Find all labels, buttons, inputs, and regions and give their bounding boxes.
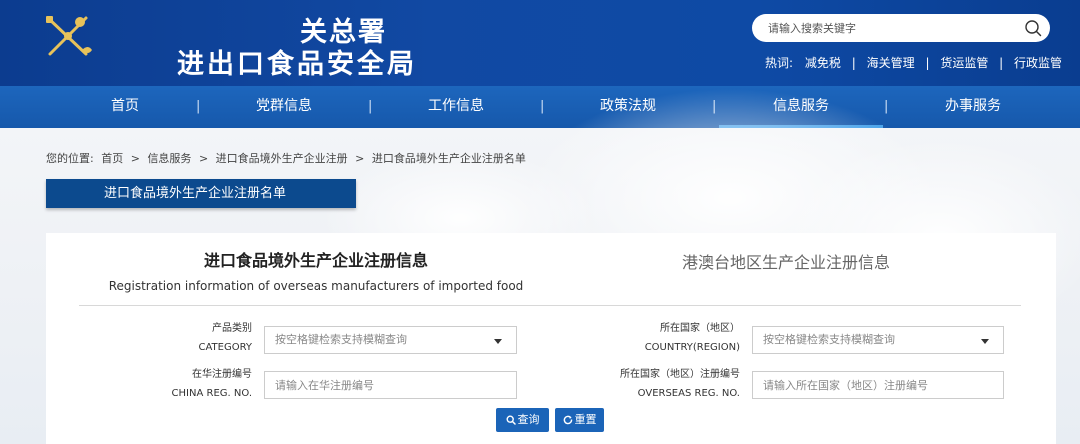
main-nav: 首页 | 党群信息 | 工作信息 | 政策法规 | 信息服务 | 办事服务 xyxy=(0,86,1080,128)
hot-word-link[interactable]: 行政监管 xyxy=(1014,54,1062,71)
hot-words-label: 热词: xyxy=(765,56,794,70)
hot-word-separator: | xyxy=(851,56,856,70)
search-card: 进口食品境外生产企业注册信息 Registration information … xyxy=(46,233,1056,444)
search-button-label: 查询 xyxy=(517,413,540,426)
country-select-placeholder: 按空格键检索支持模糊查询 xyxy=(763,333,895,346)
search-box[interactable] xyxy=(752,14,1050,42)
country-label-en: COUNTRY(REGION) xyxy=(644,342,740,353)
hot-word-link[interactable]: 货运监管 xyxy=(940,54,988,71)
category-select-placeholder: 按空格键检索支持模糊查询 xyxy=(275,333,407,346)
breadcrumb-link[interactable]: 进口食品境外生产企业注册 xyxy=(216,152,348,165)
search-button[interactable]: 查询 xyxy=(496,408,549,432)
breadcrumb-link[interactable]: 首页 xyxy=(101,152,123,165)
tab-hk-macao-taiwan[interactable]: 港澳台地区生产企业注册信息 xyxy=(646,249,926,273)
caret-down-icon xyxy=(494,339,502,344)
category-label: 产品类别 CATEGORY xyxy=(166,321,252,355)
hot-word-link[interactable]: 海关管理 xyxy=(867,54,915,71)
customs-emblem-icon xyxy=(46,16,92,56)
hot-words: 热词: 减免税 | 海关管理 | 货运监管 | 行政监管 xyxy=(765,54,1062,71)
overseas-reg-label-en: OVERSEAS REG. NO. xyxy=(637,388,740,399)
nav-separator: | xyxy=(196,99,201,114)
tab-overseas-title-cn: 进口食品境外生产企业注册信息 xyxy=(203,251,428,270)
hot-word-separator: | xyxy=(925,56,930,70)
category-label-en: CATEGORY xyxy=(198,342,252,353)
breadcrumb-separator: > xyxy=(355,152,365,165)
breadcrumb-link[interactable]: 信息服务 xyxy=(147,152,191,165)
nav-separator: | xyxy=(540,99,545,114)
tab-overseas-title-en: Registration information of overseas man… xyxy=(108,279,524,293)
overseas-reg-label-cn: 所在国家（地区）注册编号 xyxy=(620,369,740,380)
nav-item-party[interactable]: 党群信息 xyxy=(202,86,366,128)
nav-separator: | xyxy=(368,99,373,114)
breadcrumb-separator: > xyxy=(198,152,209,165)
country-select[interactable]: 按空格键检索支持模糊查询 xyxy=(752,326,1004,354)
breadcrumb-prefix: 您的位置: xyxy=(46,152,94,165)
breadcrumb-current[interactable]: 进口食品境外生产企业注册名单 xyxy=(372,152,526,165)
hot-word-separator: | xyxy=(999,56,1004,70)
tab-divider xyxy=(79,305,1021,306)
china-reg-input[interactable] xyxy=(264,371,517,399)
category-label-cn: 产品类别 xyxy=(212,323,252,334)
overseas-reg-input[interactable] xyxy=(752,371,1004,399)
country-label: 所在国家（地区） COUNTRY(REGION) xyxy=(606,321,740,355)
caret-down-icon xyxy=(981,339,989,344)
site-header: 关总署 进出口食品安全局 热词: 减免税 | 海关管理 | 货运监管 | 行政监… xyxy=(0,0,1080,86)
nav-item-services[interactable]: 办事服务 xyxy=(891,86,1055,128)
country-label-cn: 所在国家（地区） xyxy=(660,323,740,334)
breadcrumb-separator: > xyxy=(130,152,140,165)
china-reg-label-cn: 在华注册编号 xyxy=(192,369,252,380)
reset-button-label: 重置 xyxy=(574,413,597,426)
section-title-tab: 进口食品境外生产企业注册名单 xyxy=(46,179,356,208)
nav-separator: | xyxy=(884,99,889,114)
search-input[interactable] xyxy=(768,19,1008,37)
hot-word-link[interactable]: 减免税 xyxy=(805,54,841,71)
china-reg-label: 在华注册编号 CHINA REG. NO. xyxy=(156,367,252,401)
site-title: 进出口食品安全局 xyxy=(177,49,417,80)
breadcrumb: 您的位置: 首页 > 信息服务 > 进口食品境外生产企业注册 > 进口食品境外生… xyxy=(46,150,530,166)
search-icon[interactable] xyxy=(1024,19,1042,37)
search-icon xyxy=(505,415,516,425)
overseas-reg-label: 所在国家（地区）注册编号 OVERSEAS REG. NO. xyxy=(586,367,740,401)
reset-button[interactable]: 重置 xyxy=(555,408,604,432)
category-select[interactable]: 按空格键检索支持模糊查询 xyxy=(264,326,517,354)
refresh-icon xyxy=(563,415,572,425)
nav-item-work[interactable]: 工作信息 xyxy=(374,86,538,128)
nav-item-home[interactable]: 首页 xyxy=(43,86,207,128)
tab-overseas-registration[interactable]: 进口食品境外生产企业注册信息 Registration information … xyxy=(46,247,586,293)
china-reg-label-en: CHINA REG. NO. xyxy=(171,388,252,399)
